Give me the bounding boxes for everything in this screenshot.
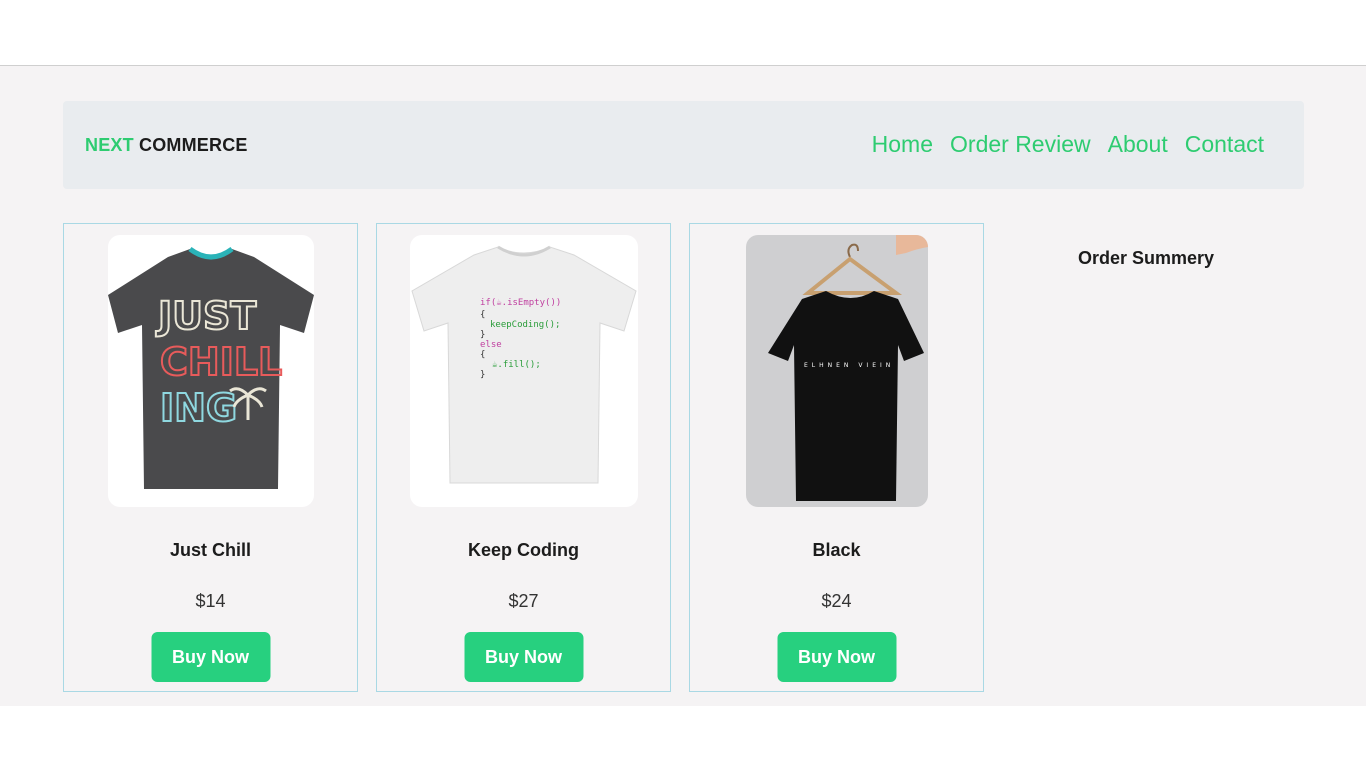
brand-name: COMMERCE	[139, 135, 248, 155]
product-image: JUST CHILL ING	[108, 235, 314, 507]
order-summary-title: Order Summery	[1078, 248, 1215, 268]
svg-text:{: {	[480, 350, 485, 360]
buy-now-button[interactable]: Buy Now	[151, 632, 270, 682]
bottom-blank-area	[0, 706, 1366, 767]
product-card: JUST CHILL ING Just Chill $14 Buy Now	[63, 223, 358, 692]
product-title: Black	[812, 540, 861, 560]
brand-accent: NEXT	[85, 135, 134, 155]
product-title: Keep Coding	[468, 540, 579, 560]
product-price: $14	[195, 591, 226, 611]
buy-now-button[interactable]: Buy Now	[777, 632, 896, 682]
svg-text:CHILL: CHILL	[160, 340, 282, 384]
product-title: Just Chill	[169, 540, 251, 560]
nav-links: Home Order Review About Contact	[872, 131, 1264, 158]
svg-text:JUST: JUST	[155, 294, 256, 338]
product-card: if(☕.isEmpty()) { keepCoding(); } else {…	[376, 223, 671, 692]
svg-text:if(☕.isEmpty()): if(☕.isEmpty())	[480, 298, 561, 308]
svg-text:ELHNEN VIEIN: ELHNEN VIEIN	[804, 362, 894, 369]
nav-link-about[interactable]: About	[1108, 131, 1168, 158]
navbar: NEXT COMMERCE Home Order Review About Co…	[63, 101, 1304, 189]
top-blank-area	[0, 0, 1366, 66]
svg-text:}: }	[480, 330, 485, 340]
page-body: NEXT COMMERCE Home Order Review About Co…	[0, 66, 1366, 706]
product-image: ELHNEN VIEIN	[746, 235, 928, 507]
svg-text:{: {	[480, 310, 485, 320]
brand-logo[interactable]: NEXT COMMERCE	[85, 135, 248, 156]
product-price: $27	[508, 591, 539, 611]
product-price: $24	[821, 591, 852, 611]
svg-text:ING: ING	[160, 386, 237, 430]
product-image: if(☕.isEmpty()) { keepCoding(); } else {…	[410, 235, 638, 507]
svg-text:}: }	[480, 370, 485, 380]
svg-text:keepCoding();: keepCoding();	[490, 320, 560, 330]
buy-now-button[interactable]: Buy Now	[464, 632, 583, 682]
svg-text:else: else	[480, 340, 502, 350]
nav-link-home[interactable]: Home	[872, 131, 933, 158]
svg-text:☕.fill();: ☕.fill();	[492, 360, 541, 370]
nav-link-order-review[interactable]: Order Review	[950, 131, 1091, 158]
nav-link-contact[interactable]: Contact	[1185, 131, 1264, 158]
product-card: ELHNEN VIEIN Black $24 Buy Now	[689, 223, 984, 692]
